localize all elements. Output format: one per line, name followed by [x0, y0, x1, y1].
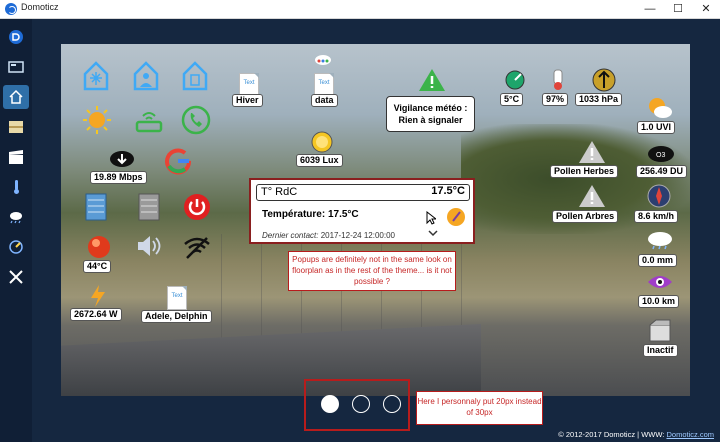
sidebar-item-setup[interactable]: [3, 265, 29, 289]
sidebar: [0, 19, 32, 442]
maximize-button[interactable]: ☐: [664, 0, 692, 18]
sidebar-logo[interactable]: [3, 25, 29, 49]
pollen-herbes-label: Pollen Herbes: [550, 165, 619, 178]
popup-header: T° RdC 17.5°C: [256, 184, 470, 201]
sidebar-item-weather[interactable]: [3, 205, 29, 229]
rain-cloud-icon: [648, 232, 672, 250]
page-dot-1[interactable]: [321, 395, 339, 413]
footer-link[interactable]: Domoticz.com: [666, 430, 714, 439]
footer: © 2012-2017 Domoticz | WWW: Domoticz.com: [558, 430, 714, 439]
sidebar-item-scenes[interactable]: [3, 145, 29, 169]
warning-icon: [419, 69, 445, 91]
ozone-cloud-icon: O3: [648, 146, 674, 162]
barometer-icon: [592, 68, 616, 92]
google-icon: [165, 148, 192, 175]
popup-reading: Température: 17.5°C: [262, 209, 359, 220]
router-icon: [135, 112, 163, 133]
dashboard-icon: [8, 61, 24, 73]
dots-annotation: Here I personnaly put 20px instead of 30…: [416, 391, 543, 425]
device-popup[interactable]: T° RdC 17.5°C Température: 17.5°C Dernie…: [249, 178, 475, 244]
temperature-sphere-icon: [505, 70, 525, 90]
domoticz-logo-icon: [5, 3, 17, 15]
clapperboard-icon: [9, 150, 23, 164]
snowflake-house-icon[interactable]: [82, 61, 110, 91]
sun-icon: [83, 106, 111, 134]
vigilance-box: Vigilance météo : Rien à signaler: [386, 96, 475, 132]
vigilance-title: Vigilance météo :: [393, 103, 468, 113]
sidebar-item-dashboard[interactable]: [3, 55, 29, 79]
footer-copyright: © 2012-2017 Domoticz | WWW:: [558, 430, 665, 439]
text-doc-icon: Text: [167, 286, 187, 310]
domoticz-icon: [9, 30, 23, 44]
humidity-icon: [553, 69, 563, 90]
download-cloud-icon: [110, 151, 134, 167]
phone-icon[interactable]: [181, 105, 211, 135]
chevron-down-icon[interactable]: [427, 228, 439, 238]
uv-sun-cloud-icon: [649, 98, 672, 118]
popup-annotation: Popups are definitely not in the same lo…: [288, 251, 456, 291]
title-bar: Domoticz — ☐ ✕: [0, 0, 720, 19]
minimize-button[interactable]: —: [636, 0, 664, 18]
device-box-icon: [649, 319, 671, 342]
popup-contact-label: Dernier contact:: [262, 231, 319, 240]
temperature-ball-icon: [88, 236, 110, 258]
popup-contact-time: 2017-12-24 12:00:00: [320, 231, 395, 240]
ozone-text: O3: [656, 152, 665, 159]
popup-temp-icon: [447, 208, 465, 226]
popup-title: T° RdC: [261, 186, 298, 198]
wifi-off-icon: [184, 237, 210, 259]
rain-label: 0.0 mm: [638, 254, 678, 267]
inactif-label: Inactif: [643, 344, 678, 357]
mouse-cursor-icon: [426, 211, 436, 225]
uvi-label: 1.0 UVI: [637, 121, 676, 134]
outside-temp-label: 5°C: [500, 93, 524, 106]
visibility-eye-icon: [648, 276, 672, 288]
thermometer-icon: [14, 180, 19, 194]
switch-icon: [9, 121, 23, 133]
ozone-label: 256.49 DU: [636, 165, 688, 178]
humidity-label: 97%: [542, 93, 569, 106]
room-temp-label: 44°C: [83, 260, 112, 273]
person-house-icon[interactable]: [132, 61, 160, 91]
weather-cloud-icon: [10, 212, 22, 224]
data-label: data: [311, 94, 338, 107]
close-button[interactable]: ✕: [692, 0, 720, 18]
sidebar-item-utility[interactable]: [3, 235, 29, 259]
server-icon: [85, 193, 107, 221]
user-text-label: Adele, Delphin: [141, 310, 212, 323]
internet-speed-label: 19.89 Mbps: [90, 171, 147, 184]
weather-dots-icon: [315, 55, 331, 65]
pressure-label: 1033 hPa: [575, 93, 623, 106]
page-dot-2[interactable]: [352, 395, 370, 413]
lux-bulb-icon: [311, 131, 333, 153]
popup-title-value: 17.5°C: [431, 185, 465, 197]
page-dot-3[interactable]: [383, 395, 401, 413]
power-label: 2672.64 W: [70, 308, 122, 321]
nas-icon: [138, 193, 160, 221]
sidebar-item-floorplans[interactable]: [3, 85, 29, 109]
wind-compass-icon: [647, 184, 671, 208]
speaker-icon[interactable]: [135, 234, 163, 258]
sidebar-item-switches[interactable]: [3, 115, 29, 139]
lightning-icon: [91, 285, 105, 307]
power-button-icon[interactable]: [182, 192, 212, 222]
house-away-icon[interactable]: [181, 61, 209, 91]
gauge-icon: [9, 240, 23, 254]
home-icon: [9, 89, 23, 104]
vigilance-status: Rien à signaler: [398, 115, 463, 125]
pollen-arbres-label: Pollen Arbres: [552, 210, 619, 223]
hiver-label: Hiver: [232, 94, 263, 107]
pollen-arbres-warning-icon: [579, 185, 605, 207]
lux-label: 6039 Lux: [296, 154, 343, 167]
pollen-herbes-warning-icon: [579, 141, 605, 163]
visibility-label: 10.0 km: [638, 295, 680, 308]
window-title: Domoticz: [21, 2, 59, 12]
wind-label: 8.6 km/h: [634, 210, 679, 223]
pagination-dots-highlight: [304, 379, 410, 431]
sidebar-item-temperature[interactable]: [3, 175, 29, 199]
tools-icon: [9, 270, 23, 284]
